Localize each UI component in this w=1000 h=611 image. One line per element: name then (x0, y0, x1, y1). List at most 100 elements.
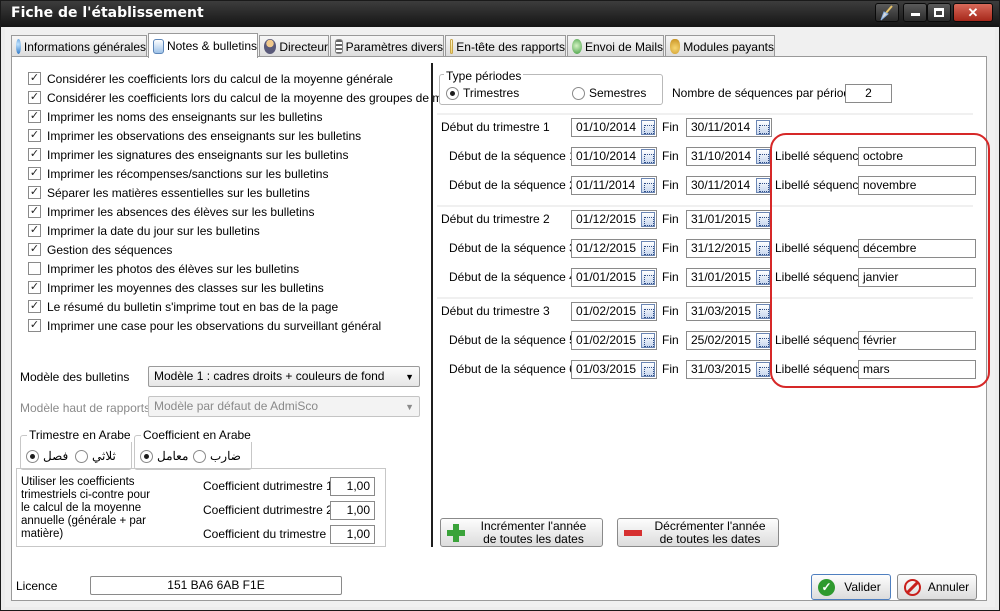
option-absences-eleves[interactable]: ✓ Imprimer les absences des élèves sur le… (28, 203, 314, 220)
option-photos-eleves[interactable]: Imprimer les photos des élèves sur les b… (28, 260, 299, 277)
coefficient-trimestre-1-input[interactable]: 1,00 (330, 477, 375, 496)
option-observations-surveillant[interactable]: ✓ Imprimer une case pour les observations… (28, 317, 381, 334)
checkbox[interactable]: ✓ (28, 148, 41, 161)
calendar-icon[interactable] (756, 241, 770, 256)
sequence-4-label: Début de la séquence 4 (449, 270, 576, 284)
close-button[interactable]: ✕ (953, 3, 993, 22)
trimestre-1-start-date[interactable]: 01/10/2014 (571, 118, 657, 137)
calendar-icon[interactable] (641, 212, 655, 227)
checkbox[interactable] (28, 262, 41, 275)
checkbox[interactable]: ✓ (28, 243, 41, 256)
sequence-2-end-date[interactable]: 30/11/2014 (686, 176, 772, 195)
tab-notes-bulletins[interactable]: Notes & bulletins (148, 33, 258, 58)
type-periodes-trimestres[interactable]: Trimestres (446, 86, 519, 100)
calendar-icon[interactable] (756, 212, 770, 227)
option-observations-enseignants[interactable]: ✓ Imprimer les observations des enseignan… (28, 127, 361, 144)
option-resume-bas-page[interactable]: ✓ Le résumé du bulletin s'imprime tout en… (28, 298, 338, 315)
coefficient-arabe-option-2[interactable]: ضارب (193, 449, 241, 463)
calendar-icon[interactable] (756, 178, 770, 193)
checkbox[interactable]: ✓ (28, 319, 41, 332)
calendar-icon[interactable] (756, 362, 770, 377)
modele-rapports-select[interactable]: Modèle par défaut de AdmiSco ▼ (148, 396, 420, 417)
calendar-icon[interactable] (641, 120, 655, 135)
checkbox[interactable]: ✓ (28, 129, 41, 142)
radio-button[interactable] (446, 86, 459, 100)
trimestre-arabe-option-2[interactable]: ثلاثي (75, 449, 116, 463)
option-coefficients-groupes-matieres[interactable]: ✓ Considérer les coefficients lors du cal… (28, 89, 478, 106)
checkbox[interactable]: ✓ (28, 167, 41, 180)
calendar-icon[interactable] (641, 304, 655, 319)
increment-year-button[interactable]: Incrémenter l'année de toutes les dates (440, 518, 603, 547)
sequence-5-start-date[interactable]: 01/02/2015 (571, 331, 657, 350)
option-gestion-sequences[interactable]: ✓ Gestion des séquences (28, 241, 172, 258)
option-matieres-essentielles[interactable]: ✓ Séparer les matières essentielles sur l… (28, 184, 310, 201)
tab-envoi-mails[interactable]: Envoi de Mails (567, 35, 664, 57)
libelle-highlight-annotation (770, 133, 990, 388)
broom-button[interactable] (875, 3, 899, 22)
maximize-button[interactable] (927, 3, 951, 22)
option-coefficients-moyenne-generale[interactable]: ✓ Considérer les coefficients lors du cal… (28, 70, 393, 87)
option-noms-enseignants[interactable]: ✓ Imprimer les noms des enseignants sur l… (28, 108, 322, 125)
calendar-icon[interactable] (756, 333, 770, 348)
checkbox[interactable]: ✓ (28, 281, 41, 294)
sequence-2-start-date[interactable]: 01/11/2014 (571, 176, 657, 195)
checkbox[interactable]: ✓ (28, 110, 41, 123)
option-date-du-jour[interactable]: ✓ Imprimer la date du jour sur les bullet… (28, 222, 260, 239)
calendar-icon[interactable] (756, 304, 770, 319)
radio-button[interactable] (26, 449, 39, 463)
tab-en-tete-rapports[interactable]: En-tête des rapports (445, 35, 566, 57)
tab-parametres-divers[interactable]: Paramètres divers (330, 35, 444, 57)
radio-button[interactable] (572, 86, 585, 100)
coefficient-trimestre-2-input[interactable]: 1,00 (330, 501, 375, 520)
annuler-button[interactable]: Annuler (897, 574, 977, 600)
option-moyennes-classes[interactable]: ✓ Imprimer les moyennes des classes sur l… (28, 279, 324, 296)
trimestre-1-end-date[interactable]: 30/11/2014 (686, 118, 772, 137)
minimize-button[interactable] (903, 3, 927, 22)
type-periodes-semestres[interactable]: Semestres (572, 86, 646, 100)
licence-field[interactable]: 151 BA6 6AB F1E (90, 576, 342, 595)
sequence-3-start-date[interactable]: 01/12/2015 (571, 239, 657, 258)
calendar-icon[interactable] (756, 149, 770, 164)
calendar-icon[interactable] (641, 270, 655, 285)
calendar-icon[interactable] (756, 120, 770, 135)
checkbox[interactable]: ✓ (28, 91, 41, 104)
valider-button[interactable]: ✓ Valider (811, 574, 891, 600)
trimestre-2-end-date[interactable]: 31/01/2015 (686, 210, 772, 229)
coefficient-arabe-option-1[interactable]: معامل (140, 449, 188, 463)
coefficient-trimestre-3-input[interactable]: 1,00 (330, 525, 375, 544)
calendar-icon[interactable] (641, 362, 655, 377)
nb-sequences-input[interactable]: 2 (845, 84, 892, 103)
trimestre-arabe-option-1[interactable]: فصل (26, 449, 68, 463)
sequence-1-end-date[interactable]: 31/10/2014 (686, 147, 772, 166)
checkbox[interactable]: ✓ (28, 186, 41, 199)
radio-button[interactable] (193, 449, 206, 463)
tab-informations-generales[interactable]: Informations générales (11, 35, 147, 57)
sequence-6-start-date[interactable]: 01/03/2015 (571, 360, 657, 379)
trimestre-2-start-date[interactable]: 01/12/2015 (571, 210, 657, 229)
calendar-icon[interactable] (641, 241, 655, 256)
sequence-6-end-date[interactable]: 31/03/2015 (686, 360, 772, 379)
checkbox[interactable]: ✓ (28, 300, 41, 313)
sequence-1-start-date[interactable]: 01/10/2014 (571, 147, 657, 166)
calendar-icon[interactable] (756, 270, 770, 285)
modele-bulletins-select[interactable]: Modèle 1 : cadres droits + couleurs de f… (148, 366, 420, 387)
tab-directeur[interactable]: Directeur (259, 35, 329, 57)
calendar-icon[interactable] (641, 149, 655, 164)
option-recompenses-sanctions[interactable]: ✓ Imprimer les récompenses/sanctions sur … (28, 165, 328, 182)
checkbox[interactable]: ✓ (28, 205, 41, 218)
tab-modules-payants[interactable]: Modules payants (665, 35, 775, 57)
sequence-5-end-date[interactable]: 25/02/2015 (686, 331, 772, 350)
sequence-4-end-date[interactable]: 31/01/2015 (686, 268, 772, 287)
checkbox[interactable]: ✓ (28, 72, 41, 85)
sequence-4-start-date[interactable]: 01/01/2015 (571, 268, 657, 287)
option-signatures-enseignants[interactable]: ✓ Imprimer les signatures des enseignants… (28, 146, 348, 163)
checkbox[interactable]: ✓ (28, 224, 41, 237)
calendar-icon[interactable] (641, 178, 655, 193)
calendar-icon[interactable] (641, 333, 655, 348)
trimestre-3-end-date[interactable]: 31/03/2015 (686, 302, 772, 321)
decrement-year-button[interactable]: Décrémenter l'année de toutes les dates (617, 518, 779, 547)
radio-button[interactable] (140, 449, 153, 463)
radio-button[interactable] (75, 449, 88, 463)
trimestre-3-start-date[interactable]: 01/02/2015 (571, 302, 657, 321)
sequence-3-end-date[interactable]: 31/12/2015 (686, 239, 772, 258)
